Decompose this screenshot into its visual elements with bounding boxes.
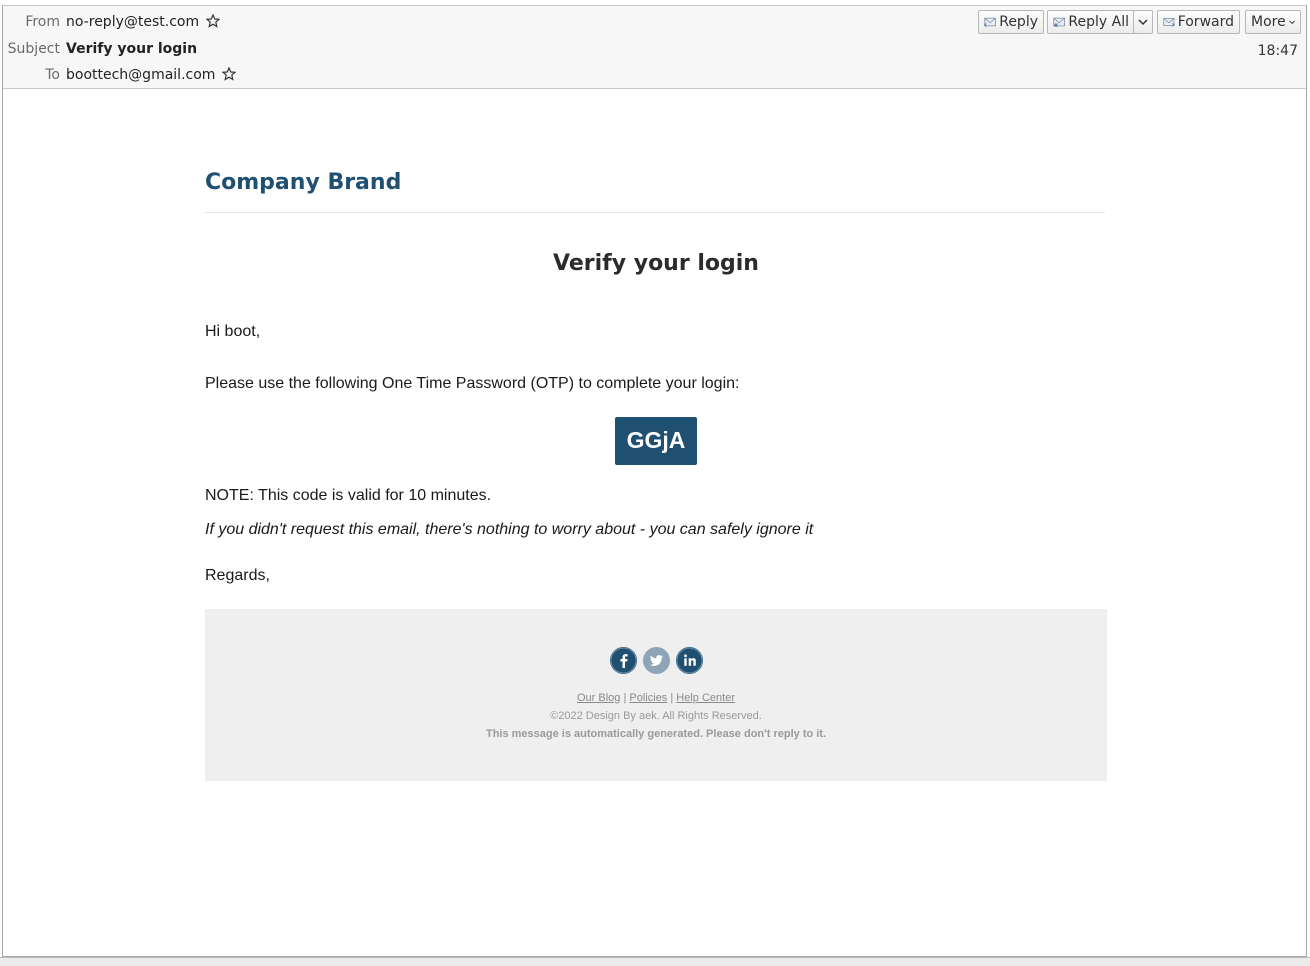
link-separator: | — [667, 692, 677, 704]
from-row: From no-reply@test.com — [3, 14, 220, 30]
reply-icon — [984, 17, 996, 27]
from-label: From — [25, 14, 60, 30]
reply-button[interactable]: Reply — [978, 10, 1044, 34]
from-address[interactable]: no-reply@test.com — [66, 14, 199, 30]
auto-generated-note: This message is automatically generated.… — [485, 728, 827, 740]
link-help-center[interactable]: Help Center — [676, 692, 735, 704]
chevron-down-icon — [1289, 20, 1295, 24]
subject-label: Subject — [7, 41, 60, 57]
to-label: To — [45, 67, 60, 83]
to-row: To boottech@gmail.com — [3, 67, 236, 83]
forward-icon — [1163, 17, 1175, 27]
email-footer: Our Blog | Policies | Help Center ©2022 … — [205, 609, 1107, 781]
reply-all-button[interactable]: Reply All — [1047, 10, 1135, 34]
facebook-icon[interactable] — [610, 647, 637, 674]
footer-links: Our Blog | Policies | Help Center — [205, 692, 1107, 704]
otp-instruction: Please use the following One Time Passwo… — [205, 375, 740, 392]
star-icon[interactable] — [205, 14, 220, 28]
ignore-note: If you didn't request this email, there'… — [205, 521, 814, 538]
reply-all-label: Reply All — [1068, 14, 1129, 30]
copyright: ©2022 Design By aek. All Rights Reserved… — [550, 710, 762, 722]
linkedin-icon[interactable] — [676, 647, 703, 674]
company-brand: Company Brand — [205, 170, 402, 195]
forward-button[interactable]: Forward — [1157, 10, 1240, 34]
message-window: From no-reply@test.com Subject Verify your… — [2, 5, 1307, 957]
chevron-down-icon — [1138, 18, 1148, 25]
reply-all-dropdown[interactable] — [1133, 10, 1153, 34]
regards: Regards, — [205, 567, 270, 584]
reply-label: Reply — [999, 14, 1038, 30]
twitter-icon[interactable] — [643, 647, 670, 674]
more-label: More — [1251, 14, 1286, 30]
to-address[interactable]: boottech@gmail.com — [66, 67, 215, 83]
subject-value: Verify your login — [66, 41, 198, 57]
greeting: Hi boot, — [205, 323, 261, 340]
link-our-blog[interactable]: Our Blog — [577, 692, 620, 704]
otp-code: GGjA — [615, 417, 697, 465]
message-time: 18:47 — [1257, 43, 1298, 59]
subject-row: Subject Verify your login — [3, 41, 197, 57]
star-icon[interactable] — [221, 67, 236, 81]
divider — [205, 212, 1105, 213]
validity-note: NOTE: This code is valid for 10 minutes. — [205, 487, 492, 504]
email-title: Verify your login — [553, 251, 759, 276]
link-policies[interactable]: Policies — [629, 692, 667, 704]
forward-label: Forward — [1177, 14, 1234, 30]
reply-all-icon — [1053, 17, 1066, 27]
more-button[interactable]: More — [1245, 10, 1301, 34]
message-header: From no-reply@test.com Subject Verify your… — [3, 6, 1306, 89]
